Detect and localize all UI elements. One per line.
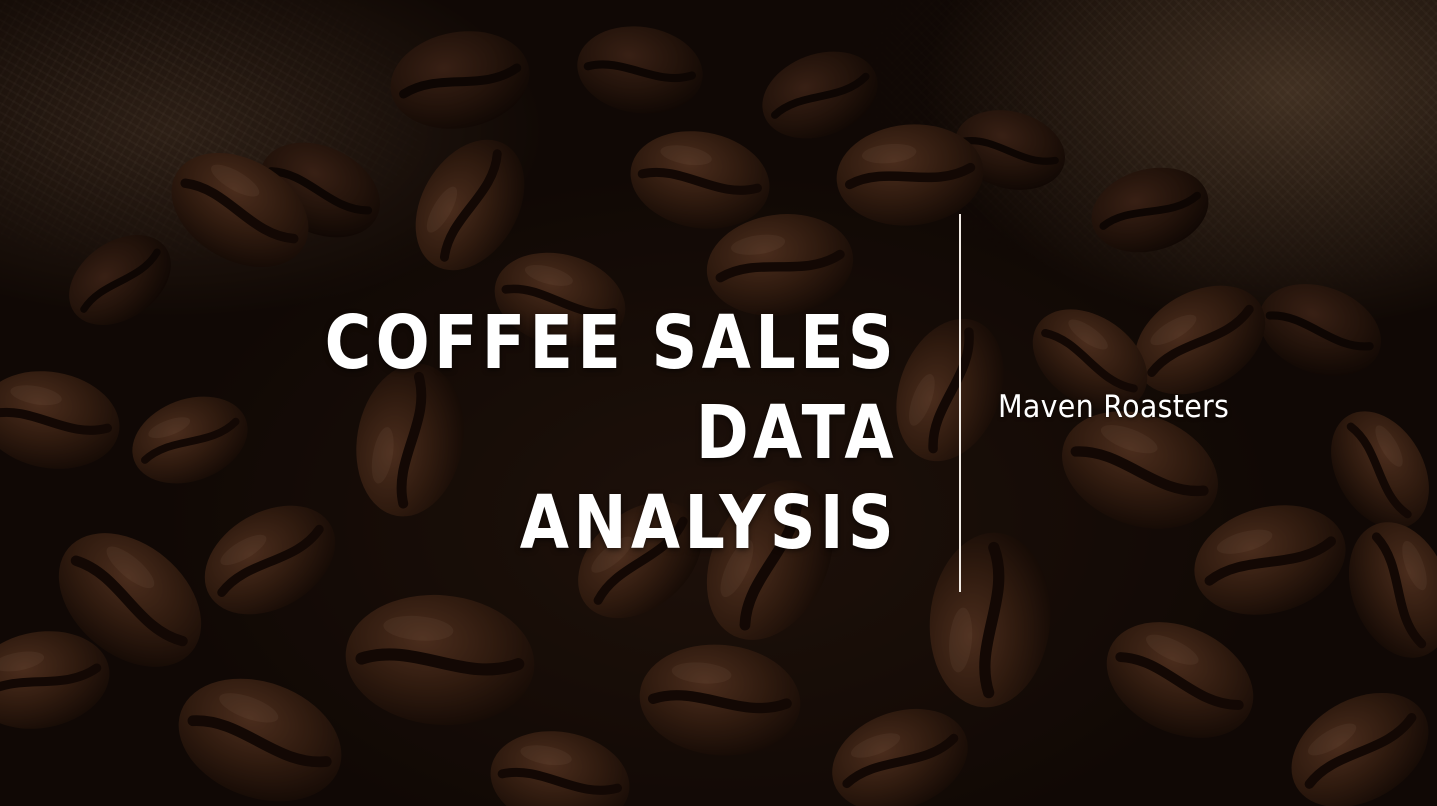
title-line-2: ANALYSIS — [519, 480, 898, 566]
slide-subtitle: Maven Roasters — [998, 389, 1230, 425]
slide-title: COFFEE SALES DATA ANALYSIS — [177, 298, 898, 568]
vertical-divider — [959, 214, 961, 592]
title-line-1: COFFEE SALES DATA — [324, 300, 898, 476]
title-slide: COFFEE SALES DATA ANALYSIS Maven Roaster… — [0, 0, 1437, 806]
